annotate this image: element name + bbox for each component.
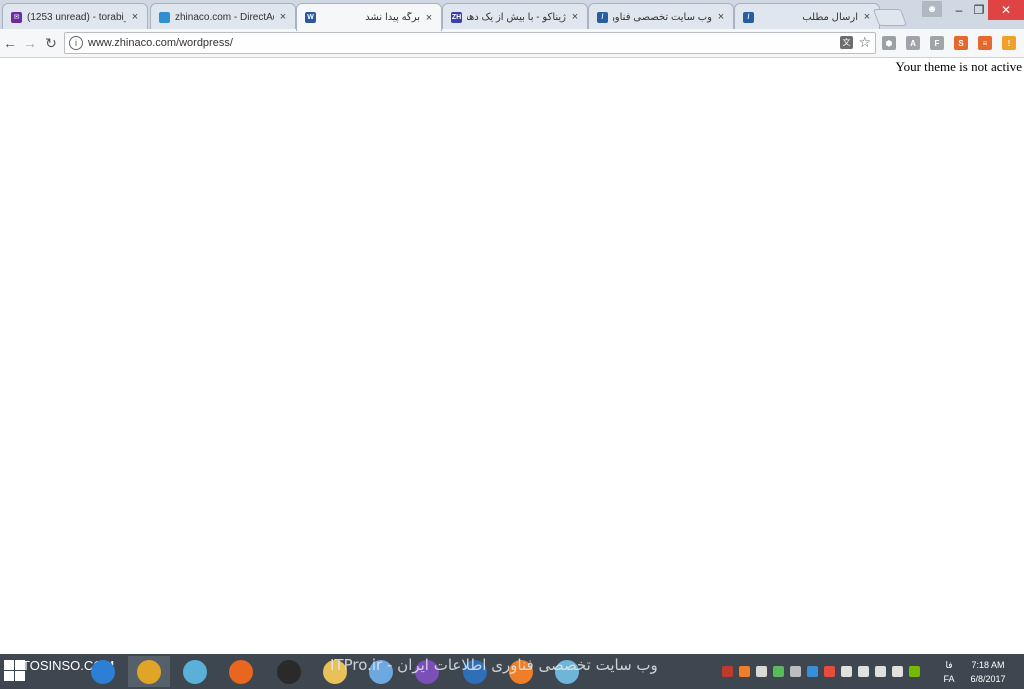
clock-date: 6/8/2017: [970, 674, 1006, 684]
browser-toolbar: ← → ↻ i 文 ☆ ⬢ AFS ≡!: [0, 29, 1024, 58]
tab-close-icon[interactable]: ×: [423, 12, 435, 24]
tab-title: ژیناکو - با بیش از یک دهه: [467, 11, 566, 23]
s-extension-icon[interactable]: S: [954, 36, 968, 50]
tab-title: (1253 unread) - torabi_87: [27, 11, 126, 23]
printer-tray-icon[interactable]: [790, 666, 801, 677]
tab-title: وب سایت تخصصی فناوری: [613, 11, 712, 23]
screen: ✉(1253 unread) - torabi_87×zhinaco.com -…: [0, 0, 1024, 689]
speaker-tray-icon[interactable]: [892, 666, 903, 677]
warning-tray-icon[interactable]: [824, 666, 835, 677]
tab-strip: ✉(1253 unread) - torabi_87×zhinaco.com -…: [0, 0, 1024, 31]
tab-favicon-icon: [159, 11, 170, 23]
chrome-taskbar-icon[interactable]: [128, 656, 170, 687]
photos-taskbar-icon[interactable]: [174, 656, 216, 687]
language-bottom: FA: [943, 674, 955, 684]
camera-taskbar-icon[interactable]: [268, 656, 310, 687]
tab-title: ارسال مطلب: [802, 11, 858, 23]
language-top: فا: [945, 660, 953, 670]
browser-tab[interactable]: / ارسال مطلب ×: [734, 3, 880, 30]
taskbar: TOSINSO.COM ITPro.ir - وب سایت تخصصی فنا…: [0, 654, 1024, 689]
tab-close-icon[interactable]: ×: [277, 11, 289, 23]
system-clock[interactable]: 7:18 AM 6/8/2017: [960, 658, 1016, 686]
reload-button[interactable]: ↻: [42, 34, 60, 52]
camera-taskbar-icon-glyph: [277, 659, 301, 684]
tab-favicon-icon: /: [597, 11, 608, 23]
flag-tray-icon[interactable]: [841, 666, 852, 677]
f-extension-icon[interactable]: F: [930, 36, 944, 50]
tab-title: برگه پیدا نشد: [365, 12, 420, 23]
tab-favicon-icon: /: [743, 11, 754, 23]
a-extension-icon[interactable]: A: [906, 36, 920, 50]
browser-tab[interactable]: ZH ژیناکو - با بیش از یک دهه ×: [442, 3, 588, 30]
back-button[interactable]: ←: [1, 34, 19, 52]
url-input[interactable]: [88, 37, 828, 49]
browser-tab[interactable]: / وب سایت تخصصی فناوری ×: [588, 3, 734, 30]
ie-taskbar-icon[interactable]: [82, 656, 124, 687]
maximize-button[interactable]: ❐: [970, 0, 988, 20]
tab-title: zhinaco.com - DirectAdmin: [175, 11, 274, 23]
bookmark-star-icon[interactable]: ☆: [858, 34, 871, 51]
adobe-tray-icon[interactable]: [722, 666, 733, 677]
xampp-tray-icon[interactable]: [739, 666, 750, 677]
user-icon[interactable]: ☻: [922, 1, 942, 17]
minimize-button[interactable]: –: [948, 0, 970, 20]
tab-close-icon[interactable]: ×: [861, 11, 873, 23]
list-extension-icon[interactable]: ≡: [978, 36, 992, 50]
firefox-taskbar-icon[interactable]: [220, 656, 262, 687]
tab-close-icon[interactable]: ×: [129, 11, 141, 23]
remote-tray-icon[interactable]: [807, 666, 818, 677]
new-tab-button[interactable]: [872, 9, 908, 26]
translate-icon[interactable]: 文: [840, 36, 853, 49]
page-content: Your theme is not active: [0, 59, 1024, 654]
forward-button[interactable]: →: [21, 34, 39, 52]
vm-tray-icon[interactable]: [773, 666, 784, 677]
box-tray-icon[interactable]: [756, 666, 767, 677]
ie-taskbar-icon-glyph: [91, 659, 115, 684]
clock-time: 7:18 AM: [971, 660, 1005, 670]
signal-tray-icon[interactable]: [875, 666, 886, 677]
browser-tab[interactable]: ✉ (1253 unread) - torabi_87×: [2, 3, 148, 30]
battery-tray-icon[interactable]: [858, 666, 869, 677]
alert-extension-icon[interactable]: !: [1002, 36, 1016, 50]
tab-favicon-icon: ZH: [451, 11, 462, 23]
tab-favicon-icon: W: [305, 12, 316, 23]
info-icon[interactable]: i: [69, 36, 83, 50]
firefox-taskbar-icon-glyph: [229, 659, 253, 684]
tab-close-icon[interactable]: ×: [569, 11, 581, 23]
browser-tab[interactable]: W برگه پیدا نشد ×: [296, 3, 442, 31]
close-window-button[interactable]: ✕: [988, 0, 1024, 20]
watermark-center: ITPro.ir - وب سایت تخصصی فناوری اطلاعات …: [330, 656, 658, 674]
tab-favicon-icon: ✉: [11, 11, 22, 23]
browser-tab[interactable]: zhinaco.com - DirectAdmin×: [150, 3, 296, 30]
tab-close-icon[interactable]: ×: [715, 11, 727, 23]
cube-extension-icon[interactable]: ⬢: [882, 36, 896, 50]
nvidia-tray-icon[interactable]: [909, 666, 920, 677]
address-bar[interactable]: i 文 ☆: [64, 32, 876, 54]
photos-taskbar-icon-glyph: [183, 659, 207, 684]
theme-not-active-message: Your theme is not active: [895, 59, 1023, 74]
language-indicator[interactable]: فا FA: [940, 658, 958, 686]
chrome-taskbar-icon-glyph: [137, 659, 161, 684]
